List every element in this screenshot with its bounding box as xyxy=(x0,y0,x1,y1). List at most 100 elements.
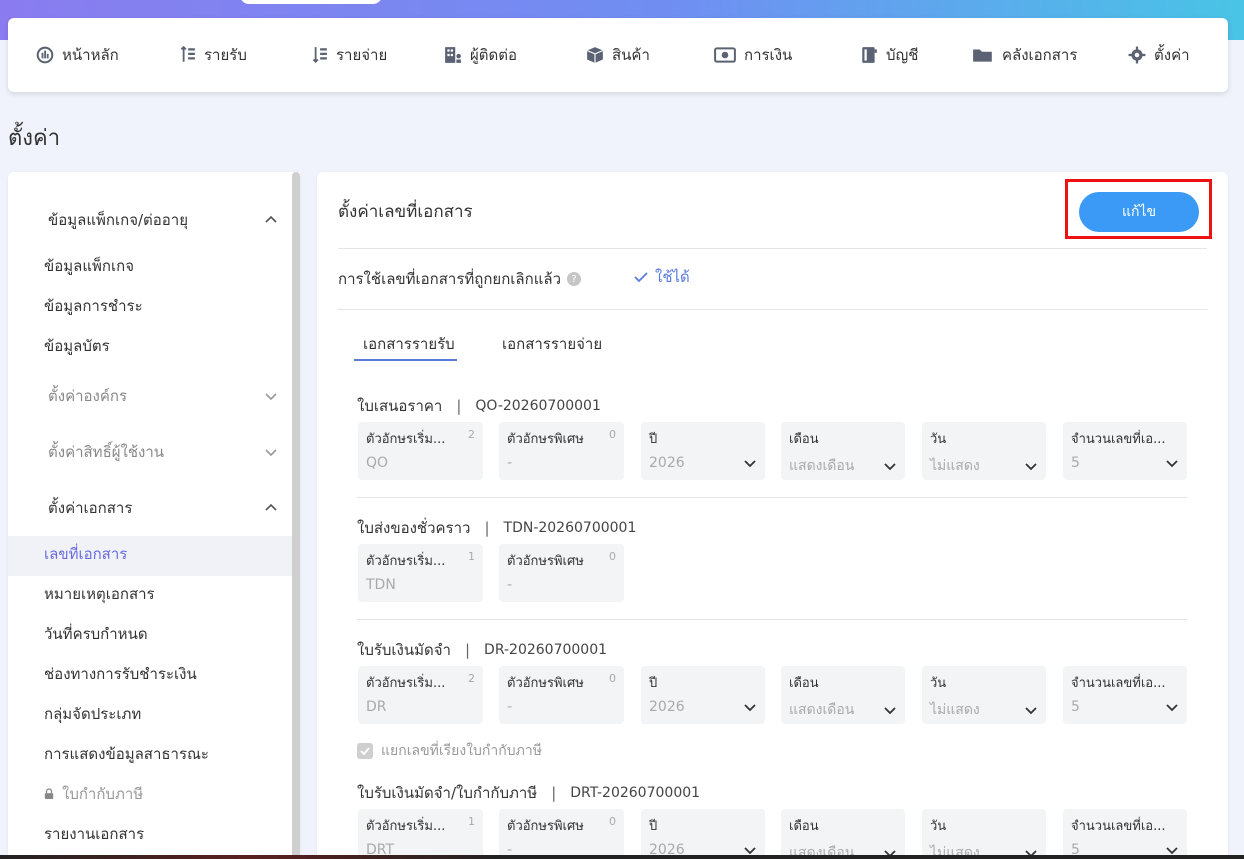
chevron-down-icon xyxy=(1025,707,1037,715)
nav-settings[interactable]: ตั้งค่า xyxy=(1128,18,1190,92)
prefix-field[interactable]: ตัวอักษรเริ่ม... 2 QO xyxy=(358,422,483,480)
main-nav: หน้าหลัก รายรับ รายจ่าย ผู้ติดต่อ สินค้า… xyxy=(8,18,1228,92)
sidebar-item-category[interactable]: กลุ่มจัดประเภท xyxy=(44,702,141,726)
tab-expense-docs[interactable]: เอกสารรายจ่าย xyxy=(502,332,602,356)
sidebar-item-doc-number[interactable]: เลขที่เอกสาร xyxy=(44,542,127,566)
doc-heading: ใบรับเงินมัดจำ | DR-20260700001 xyxy=(357,638,607,662)
sidebar-item-report[interactable]: รายงานเอกสาร xyxy=(44,822,144,846)
special-char-field[interactable]: ตัวอักษรพิเศษ 0 - xyxy=(499,422,624,480)
chevron-down-icon xyxy=(1025,463,1037,471)
day-select[interactable]: วัน ไม่แสดง xyxy=(922,666,1046,724)
nav-products[interactable]: สินค้า xyxy=(586,18,650,92)
sidebar-item-payment[interactable]: ข้อมูลการชำระ xyxy=(44,294,143,318)
check-icon xyxy=(360,747,370,756)
sidebar-group-label: ข้อมูลแพ็กเกจ/ต่ออายุ xyxy=(48,211,189,229)
char-count: 1 xyxy=(468,550,475,563)
nav-label: ตั้งค่า xyxy=(1154,46,1190,64)
field-label: จำนวนเลขที่เอ... xyxy=(1071,676,1166,691)
doc-code: DRT-20260700001 xyxy=(570,785,701,801)
field-label: ตัวอักษรพิเศษ xyxy=(507,554,584,569)
year-select[interactable]: ปี 2026 xyxy=(641,809,765,859)
sidebar-group-package[interactable]: ข้อมูลแพ็กเกจ/ต่ออายุ xyxy=(48,208,278,232)
can-use-status: ใช้ได้ xyxy=(633,265,690,289)
field-label: เดือน xyxy=(789,819,819,834)
month-select[interactable]: เดือน แสดงเดือน xyxy=(781,809,905,859)
field-label: จำนวนเลขที่เอ... xyxy=(1071,432,1166,447)
chevron-down-icon xyxy=(744,704,756,712)
nav-accounting[interactable]: บัญชี xyxy=(860,18,918,92)
field-value: - xyxy=(507,577,513,593)
field-value: ไม่แสดง xyxy=(930,458,980,474)
help-icon[interactable]: ? xyxy=(567,272,581,286)
cancelled-number-setting: การใช้เลขที่เอกสารที่ถูกยกเลิกแล้ว ? xyxy=(338,267,581,291)
sidebar-item-payment-channel[interactable]: ช่องทางการรับชำระเงิน xyxy=(44,662,197,686)
nav-documents[interactable]: คลังเอกสาร xyxy=(972,18,1077,92)
year-select[interactable]: ปี 2026 xyxy=(641,666,765,724)
tab-income-docs[interactable]: เอกสารรายรับ xyxy=(363,332,455,356)
field-value: QO xyxy=(366,455,389,471)
sidebar-item-card[interactable]: ข้อมูลบัตร xyxy=(44,334,110,358)
field-value: แสดงเดือน xyxy=(789,458,855,474)
sidebar-group-docs[interactable]: ตั้งค่าเอกสาร xyxy=(48,496,278,520)
nav-label: การเงิน xyxy=(744,46,793,64)
prefix-field[interactable]: ตัวอักษรเริ่ม... 2 DR xyxy=(358,666,483,724)
special-char-field[interactable]: ตัวอักษรพิเศษ 0 - xyxy=(499,544,624,602)
field-value: 2026 xyxy=(649,455,685,471)
field-label: วัน xyxy=(930,676,947,691)
prefix-field[interactable]: ตัวอักษรเริ่ม... 1 DRT xyxy=(358,809,483,859)
month-select[interactable]: เดือน แสดงเดือน xyxy=(781,422,905,480)
field-value: แสดงเดือน xyxy=(789,702,855,718)
field-label: ปี xyxy=(649,819,658,834)
digits-select[interactable]: จำนวนเลขที่เอ... 5 xyxy=(1063,422,1187,480)
nav-contacts[interactable]: ผู้ติดต่อ xyxy=(444,18,517,92)
page-title: ตั้งค่า xyxy=(8,126,61,151)
sidebar-item-public[interactable]: การแสดงข้อมูลสาธารณะ xyxy=(44,742,209,766)
doc-code: TDN-20260700001 xyxy=(503,520,637,536)
separate-tax-checkbox[interactable]: แยกเลขที่เรียงใบกำกับภาษี xyxy=(357,740,542,762)
doc-number-panel: ตั้งค่าเลขที่เอกสาร แก้ไข การใช้เลขที่เอ… xyxy=(317,172,1228,859)
chevron-down-icon xyxy=(744,460,756,468)
nav-income[interactable]: รายรับ xyxy=(178,18,247,92)
panel-title: ตั้งค่าเลขที่เอกสาร xyxy=(338,202,473,222)
field-label: ตัวอักษรเริ่ม... xyxy=(366,819,446,834)
year-select[interactable]: ปี 2026 xyxy=(641,422,765,480)
tab-active-underline xyxy=(354,359,457,361)
chevron-up-icon xyxy=(265,503,277,511)
sidebar-group-label: ตั้งค่าสิทธิ์ผู้ใช้งาน xyxy=(48,443,165,461)
chevron-up-icon xyxy=(265,215,277,223)
month-select[interactable]: เดือน แสดงเดือน xyxy=(781,666,905,724)
sidebar-group-permission[interactable]: ตั้งค่าสิทธิ์ผู้ใช้งาน xyxy=(48,440,278,464)
nav-expense[interactable]: รายจ่าย xyxy=(310,18,387,92)
special-char-field[interactable]: ตัวอักษรพิเศษ 0 - xyxy=(499,666,624,724)
cancelled-number-label: การใช้เลขที่เอกสารที่ถูกยกเลิกแล้ว xyxy=(338,270,561,288)
day-select[interactable]: วัน ไม่แสดง xyxy=(922,422,1046,480)
day-select[interactable]: วัน ไม่แสดง xyxy=(922,809,1046,859)
field-value: - xyxy=(507,455,513,471)
dashboard-icon xyxy=(36,46,54,64)
edit-button-highlight xyxy=(1065,179,1212,239)
sidebar-item-due-date[interactable]: วันที่ครบกำหนด xyxy=(44,622,148,646)
nav-dashboard[interactable]: หน้าหลัก xyxy=(36,18,119,92)
sidebar-item-doc-note[interactable]: หมายเหตุเอกสาร xyxy=(44,582,155,606)
digits-select[interactable]: จำนวนเลขที่เอ... 5 xyxy=(1063,809,1187,859)
field-value: 5 xyxy=(1071,455,1080,471)
check-icon xyxy=(634,272,648,283)
sidebar-scrollbar[interactable] xyxy=(292,172,300,859)
sidebar-group-label: ตั้งค่าองค์กร xyxy=(48,387,128,405)
sidebar-item-label: ใบกำกับภาษี xyxy=(62,785,144,803)
special-char-field[interactable]: ตัวอักษรพิเศษ 0 - xyxy=(499,809,624,859)
sidebar-group-label: ตั้งค่าเอกสาร xyxy=(48,499,133,517)
doc-separator: | xyxy=(484,519,490,537)
folder-icon xyxy=(972,46,994,64)
field-label: วัน xyxy=(930,819,947,834)
char-count: 0 xyxy=(609,815,616,828)
digits-select[interactable]: จำนวนเลขที่เอ... 5 xyxy=(1063,666,1187,724)
nav-finance[interactable]: การเงิน xyxy=(714,18,792,92)
doc-heading: ใบส่งของชั่วคราว | TDN-20260700001 xyxy=(357,516,636,540)
field-label: เดือน xyxy=(789,432,819,447)
sidebar-item-package[interactable]: ข้อมูลแพ็กเกจ xyxy=(44,254,134,278)
prefix-field[interactable]: ตัวอักษรเริ่ม... 1 TDN xyxy=(358,544,483,602)
sidebar-group-org[interactable]: ตั้งค่าองค์กร xyxy=(48,384,278,408)
field-label: ตัวอักษรพิเศษ xyxy=(507,819,584,834)
char-count: 0 xyxy=(609,428,616,441)
